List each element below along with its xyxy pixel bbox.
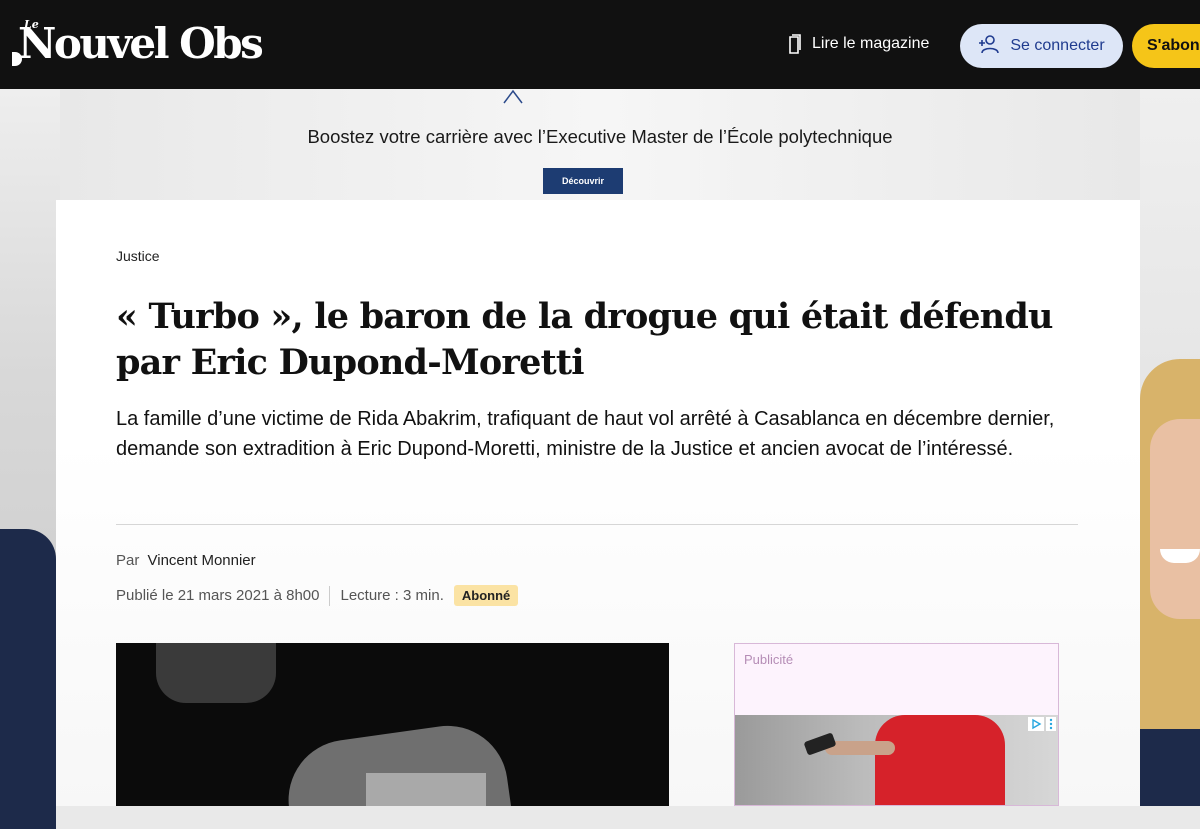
subscribe-label: S'abonner: [1147, 37, 1200, 54]
subscriber-badge: Abonné: [453, 585, 519, 606]
logo-text: Nouvel Obs: [18, 19, 264, 68]
article-lede: La famille d’une victime de Rida Abakrim…: [116, 408, 1055, 460]
read-magazine-link[interactable]: Lire le magazine: [788, 34, 929, 54]
ad-image[interactable]: [735, 715, 1058, 805]
meta-separator: [329, 585, 331, 606]
article-main-image[interactable]: [116, 643, 669, 806]
reading-time: Lecture : 3 min.: [340, 587, 444, 604]
promo-title: Boostez votre carrière avec l’Executive …: [307, 126, 893, 147]
login-button[interactable]: Se connecter: [960, 24, 1123, 68]
background-photo-right: [1140, 89, 1200, 806]
ad-image-coat: [875, 715, 1005, 805]
article-card: Justice « Turbo », le baron de la drogue…: [56, 200, 1140, 806]
user-add-icon: [978, 34, 1000, 59]
background-photo-left: [0, 89, 60, 829]
promo-banner[interactable]: Boostez votre carrière avec l’Executive …: [60, 89, 1140, 200]
image-shape-top: [156, 643, 276, 703]
shirt-shape: [1140, 729, 1200, 806]
face-shape: [1150, 419, 1200, 619]
adchoices-icon[interactable]: [1028, 717, 1056, 731]
ad-label: Publicité: [744, 652, 794, 667]
publish-date: Publié le 21 mars 2021 à 8h00: [116, 587, 320, 604]
site-header: Le Nouvel Obs Lire le magazine Se connec…: [0, 0, 1200, 89]
hoodie-shape: [0, 529, 56, 829]
read-magazine-label: Lire le magazine: [812, 35, 930, 52]
divider: [116, 524, 1078, 525]
article-headline: « Turbo », le baron de la drogue qui éta…: [116, 296, 1053, 383]
polytechnique-logo-icon: [503, 89, 523, 104]
image-shape-bills: [366, 773, 486, 806]
promo-discover-button[interactable]: Découvrir: [543, 168, 623, 194]
subscribe-button[interactable]: S'abonner: [1132, 24, 1200, 68]
author-link[interactable]: Vincent Monnier: [148, 552, 256, 569]
sidebar-ad[interactable]: Publicité: [734, 643, 1059, 806]
byline: Par Vincent Monnier: [116, 552, 256, 569]
magazine-icon: [788, 34, 802, 54]
article-category[interactable]: Justice: [116, 248, 160, 264]
article-meta: Publié le 21 mars 2021 à 8h00 Lecture : …: [116, 585, 519, 606]
login-label: Se connecter: [1010, 37, 1105, 54]
byline-prefix: Par: [116, 552, 140, 569]
